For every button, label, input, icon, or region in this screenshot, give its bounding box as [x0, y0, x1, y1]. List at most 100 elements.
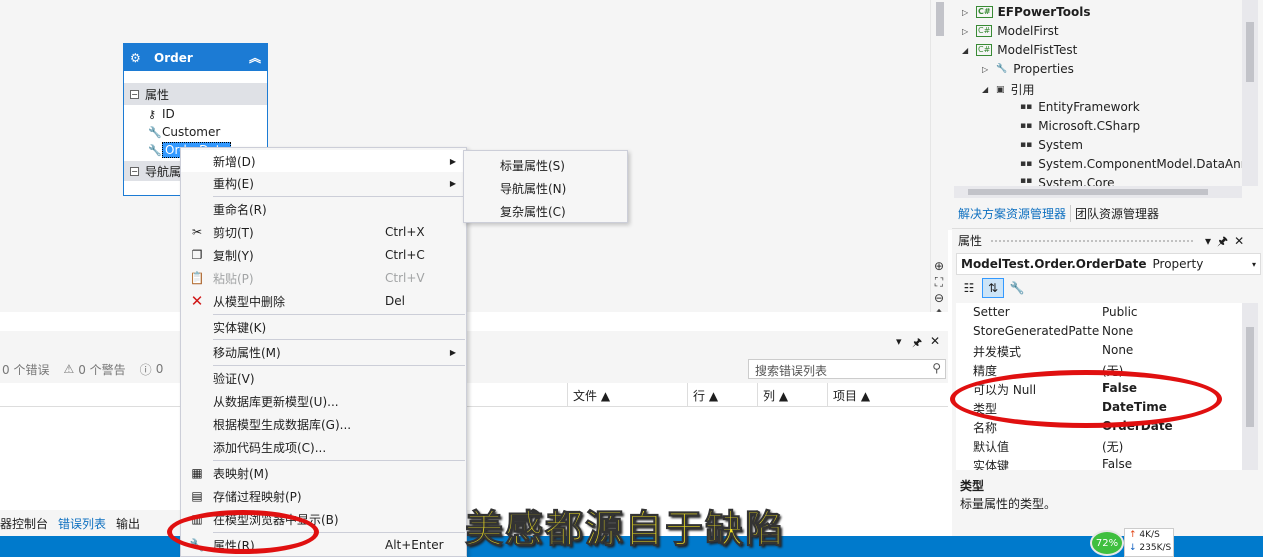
- property-label: Customer: [162, 125, 221, 139]
- menu-item-update-from-db[interactable]: 从数据库更新模型(U)...: [181, 390, 466, 412]
- tree-node-modelfisttest[interactable]: ◢ C# ModelFistTest: [962, 43, 1077, 57]
- close-icon[interactable]: ✕: [930, 334, 940, 348]
- search-icon[interactable]: ⚲: [932, 361, 941, 375]
- column-header-line[interactable]: 行 ▲: [693, 387, 718, 404]
- menu-item-sproc-mapping[interactable]: ▤ 存储过程映射(P): [181, 485, 466, 507]
- property-row[interactable]: 实体键 False: [956, 455, 1242, 470]
- menu-item-add-codegen[interactable]: 添加代码生成项(C)...: [181, 436, 466, 458]
- tree-label: ModelFirst: [997, 24, 1059, 38]
- entity-header[interactable]: ⚙ Order ︽: [124, 44, 267, 71]
- menu-item-copy[interactable]: ❐ 复制(Y) Ctrl+C: [181, 244, 466, 266]
- menu-item-paste[interactable]: 📋 粘贴(P) Ctrl+V: [181, 267, 466, 289]
- network-speed-widget[interactable]: 72% ↑ 4K/S ↓ 235K/S: [1090, 528, 1263, 557]
- messages-filter-button[interactable]: 0: [156, 362, 164, 376]
- collapse-icon[interactable]: ◢: [982, 85, 996, 94]
- tree-node-system-core[interactable]: ▪▪ System.Core: [1020, 176, 1115, 186]
- wrench-icon: 🔧: [148, 125, 162, 139]
- pin-icon[interactable]: 🖈: [1217, 234, 1234, 248]
- entity-property-id[interactable]: ⚷ ID: [124, 105, 267, 123]
- dropdown-icon[interactable]: ▾: [896, 335, 902, 348]
- tree-node-references[interactable]: ◢ ▣ 引用: [982, 81, 1035, 98]
- menu-label: 移动属性(M): [213, 345, 281, 360]
- property-row[interactable]: 默认值 (无): [956, 436, 1242, 455]
- property-grid-scrollbar[interactable]: [1242, 303, 1258, 470]
- titlebar-grip[interactable]: [990, 239, 1195, 243]
- tab-solution-explorer[interactable]: 解决方案资源管理器: [954, 204, 1072, 222]
- tab-error-list[interactable]: 错误列表: [58, 515, 106, 532]
- error-search-input[interactable]: 搜索错误列表 ⚲: [748, 359, 946, 379]
- zoom-fit-icon[interactable]: ⛶: [930, 274, 948, 290]
- menu-item-cut[interactable]: ✂ 剪切(T) Ctrl+X: [181, 221, 466, 243]
- close-icon[interactable]: ✕: [1234, 234, 1250, 248]
- column-header-col[interactable]: 列 ▲: [763, 387, 788, 404]
- dropdown-icon: ▾: [1251, 259, 1256, 269]
- dropdown-icon[interactable]: ▾: [1205, 234, 1217, 248]
- expand-icon[interactable]: ▷: [962, 27, 976, 36]
- property-row[interactable]: StoreGeneratedPatter None: [956, 322, 1242, 341]
- add-submenu: 标量属性(S) 导航属性(N) 复杂属性(C): [463, 150, 628, 223]
- property-pages-icon[interactable]: 🔧: [1006, 278, 1028, 298]
- column-header-project[interactable]: 项目 ▲: [833, 387, 870, 404]
- zoom-in-icon[interactable]: ⊕: [930, 258, 948, 274]
- tree-node-system-componentmodel[interactable]: ▪▪ System.ComponentModel.DataAnn: [1020, 157, 1242, 171]
- menu-item-rename[interactable]: 重命名(R): [181, 198, 466, 220]
- tree-node-entityframework[interactable]: ▪▪ EntityFramework: [1020, 100, 1140, 114]
- download-arrow-icon: ↓: [1129, 543, 1137, 553]
- collapse-box-icon[interactable]: −: [130, 166, 139, 176]
- solution-explorer-horizontal-scrollbar[interactable]: [954, 186, 1242, 198]
- menu-item-entity-key[interactable]: 实体键(K): [181, 316, 466, 338]
- submenu-item-complex[interactable]: 复杂属性(C): [500, 203, 566, 220]
- scrollbar-thumb[interactable]: [1246, 22, 1254, 82]
- menu-item-delete[interactable]: ✕ 从模型中删除 Del: [181, 290, 466, 312]
- assembly-icon: ▪▪: [1020, 121, 1033, 131]
- zoom-out-icon[interactable]: ⊖: [930, 290, 948, 306]
- menu-item-move-property[interactable]: 移动属性(M) ▶: [181, 341, 466, 363]
- csharp-project-icon: C#: [976, 44, 993, 56]
- menu-item-validate[interactable]: 验证(V): [181, 367, 466, 389]
- warnings-filter-button[interactable]: 0 个警告: [78, 361, 125, 378]
- collapse-box-icon[interactable]: −: [130, 89, 139, 99]
- menu-item-generate-db[interactable]: 根据模型生成数据库(G)...: [181, 413, 466, 435]
- properties-window-title: 属性: [958, 234, 983, 248]
- scrollbar-thumb[interactable]: [936, 2, 944, 36]
- properties-object-selector[interactable]: ModelTest.Order.OrderDate Property ▾: [956, 253, 1261, 275]
- collapse-icon[interactable]: ◢: [962, 46, 976, 55]
- categorized-icon[interactable]: ☷: [958, 278, 980, 298]
- collapse-icon[interactable]: ︽: [249, 49, 261, 66]
- menu-item-add[interactable]: 新增(D) ▶: [181, 150, 466, 172]
- submenu-item-navigation[interactable]: 导航属性(N): [500, 180, 566, 197]
- property-value[interactable]: (无): [1102, 438, 1123, 455]
- wrench-icon: 🔧: [996, 64, 1008, 74]
- upload-speed: 4K/S: [1139, 530, 1160, 540]
- tree-node-microsoft-csharp[interactable]: ▪▪ Microsoft.CSharp: [1020, 119, 1140, 133]
- scrollbar-thumb[interactable]: [968, 189, 1208, 195]
- tab-console[interactable]: 器控制台: [0, 515, 48, 532]
- tree-label: EntityFramework: [1038, 100, 1140, 114]
- property-row[interactable]: 并发模式 None: [956, 341, 1242, 360]
- property-value[interactable]: False: [1102, 457, 1132, 470]
- menu-item-table-mapping[interactable]: ▦ 表映射(M): [181, 462, 466, 484]
- pin-icon[interactable]: 🖈: [912, 334, 922, 353]
- expand-icon[interactable]: ▷: [982, 65, 996, 74]
- tree-node-efpowertools[interactable]: ▷ C# EFPowerTools: [962, 5, 1091, 19]
- errors-filter-button[interactable]: 0 个错误: [2, 361, 49, 378]
- expand-icon[interactable]: ▷: [962, 8, 976, 17]
- property-value[interactable]: Public: [1102, 305, 1138, 319]
- column-header-file[interactable]: 文件 ▲: [573, 387, 610, 404]
- alphabetical-icon[interactable]: ⇅: [982, 278, 1004, 298]
- menu-shortcut: Ctrl+V: [385, 271, 425, 285]
- tree-node-modelfirst[interactable]: ▷ C# ModelFirst: [962, 24, 1059, 38]
- property-value[interactable]: None: [1102, 324, 1133, 338]
- properties-section-header[interactable]: − 属性: [124, 83, 267, 105]
- property-row[interactable]: Setter Public: [956, 303, 1242, 322]
- tab-output[interactable]: 输出: [116, 515, 140, 532]
- entity-property-customer[interactable]: 🔧 Customer: [124, 123, 267, 141]
- scrollbar-thumb[interactable]: [1246, 327, 1254, 427]
- menu-item-refactor[interactable]: 重构(E) ▶: [181, 172, 466, 194]
- property-value[interactable]: None: [1102, 343, 1133, 357]
- solution-explorer-vertical-scrollbar[interactable]: [1242, 0, 1258, 186]
- tab-team-explorer[interactable]: 团队资源管理器: [1071, 205, 1163, 222]
- tree-node-system[interactable]: ▪▪ System: [1020, 138, 1083, 152]
- tree-node-properties[interactable]: ▷ 🔧 Properties: [982, 62, 1074, 76]
- submenu-item-scalar[interactable]: 标量属性(S): [500, 157, 565, 174]
